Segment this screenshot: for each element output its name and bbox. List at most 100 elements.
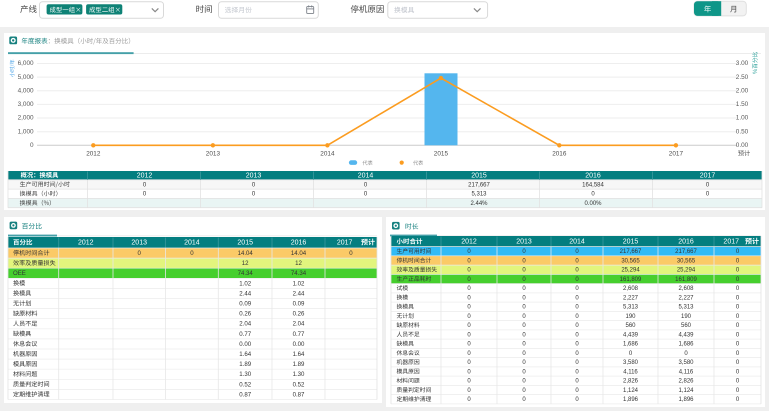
svg-text:2015: 2015 bbox=[237, 240, 253, 247]
svg-text:1,896: 1,896 bbox=[623, 397, 639, 403]
svg-text:2017: 2017 bbox=[669, 151, 684, 158]
svg-text:1,000: 1,000 bbox=[18, 128, 34, 135]
svg-text:2.00: 2.00 bbox=[736, 88, 749, 95]
svg-text:OEE: OEE bbox=[13, 270, 26, 277]
svg-text:0.09: 0.09 bbox=[293, 301, 305, 308]
svg-text:2,227: 2,227 bbox=[678, 295, 694, 301]
svg-text:2013: 2013 bbox=[131, 240, 147, 247]
svg-text:0: 0 bbox=[138, 250, 142, 257]
svg-text:12: 12 bbox=[295, 260, 302, 267]
svg-text:30,565: 30,565 bbox=[677, 258, 696, 264]
svg-text:2016: 2016 bbox=[678, 239, 694, 246]
svg-text:190: 190 bbox=[625, 314, 636, 320]
svg-text:560: 560 bbox=[625, 323, 636, 329]
svg-text:0.26: 0.26 bbox=[293, 311, 305, 318]
svg-text:0.77: 0.77 bbox=[293, 331, 305, 338]
svg-text:0.50: 0.50 bbox=[736, 128, 749, 135]
svg-text:74.34: 74.34 bbox=[291, 270, 307, 277]
svg-text:2016: 2016 bbox=[552, 151, 567, 158]
svg-text:6,000: 6,000 bbox=[18, 60, 34, 67]
svg-text:2,227: 2,227 bbox=[623, 295, 639, 301]
svg-text:0.00: 0.00 bbox=[239, 341, 251, 348]
svg-text:0.77: 0.77 bbox=[239, 331, 251, 338]
svg-text:2.44: 2.44 bbox=[293, 290, 305, 297]
svg-text:0.52: 0.52 bbox=[293, 381, 305, 388]
svg-text:2.04: 2.04 bbox=[239, 321, 251, 328]
svg-text:2012: 2012 bbox=[78, 240, 94, 247]
svg-text:14.04: 14.04 bbox=[238, 250, 254, 257]
svg-text:1.02: 1.02 bbox=[293, 280, 305, 287]
svg-text:1.64: 1.64 bbox=[293, 351, 305, 358]
svg-text:0.52: 0.52 bbox=[239, 381, 251, 388]
svg-text:2,608: 2,608 bbox=[678, 286, 694, 292]
svg-text:161,809: 161,809 bbox=[675, 277, 697, 283]
svg-text:3,580: 3,580 bbox=[623, 360, 639, 366]
svg-text:3.00: 3.00 bbox=[736, 60, 749, 67]
svg-text:217,667: 217,667 bbox=[675, 249, 697, 255]
svg-text:2014: 2014 bbox=[358, 173, 374, 180]
svg-text:1,124: 1,124 bbox=[623, 388, 639, 394]
svg-text:1.30: 1.30 bbox=[293, 371, 305, 378]
svg-text:2012: 2012 bbox=[461, 239, 477, 246]
svg-text:2,826: 2,826 bbox=[623, 379, 639, 385]
svg-text:164,584: 164,584 bbox=[582, 182, 604, 188]
svg-text:2017: 2017 bbox=[337, 240, 353, 247]
svg-text:2017: 2017 bbox=[700, 173, 716, 180]
svg-text:2016: 2016 bbox=[291, 240, 307, 247]
svg-text:2013: 2013 bbox=[246, 173, 262, 180]
svg-text:2013: 2013 bbox=[516, 239, 532, 246]
svg-text:2,826: 2,826 bbox=[678, 379, 694, 385]
svg-text:1,896: 1,896 bbox=[678, 397, 694, 403]
svg-text:1.50: 1.50 bbox=[736, 101, 749, 108]
svg-text:0.00: 0.00 bbox=[736, 142, 749, 149]
svg-text:25,294: 25,294 bbox=[677, 268, 696, 274]
svg-text:30,565: 30,565 bbox=[621, 258, 640, 264]
svg-text:1,686: 1,686 bbox=[678, 342, 694, 348]
svg-text:2.50: 2.50 bbox=[736, 74, 749, 81]
svg-text:1.00: 1.00 bbox=[736, 115, 749, 122]
svg-text:12: 12 bbox=[242, 260, 249, 267]
svg-text:0.87: 0.87 bbox=[293, 391, 305, 398]
svg-text:5,313: 5,313 bbox=[678, 305, 694, 311]
svg-text:1.30: 1.30 bbox=[239, 371, 251, 378]
svg-text:1.89: 1.89 bbox=[293, 361, 305, 368]
svg-text:5,313: 5,313 bbox=[471, 192, 487, 198]
svg-text:2013: 2013 bbox=[206, 151, 221, 158]
svg-text:0: 0 bbox=[190, 250, 194, 257]
svg-text:4,439: 4,439 bbox=[623, 332, 639, 338]
svg-text:2.44%: 2.44% bbox=[470, 201, 488, 207]
svg-text:0.87: 0.87 bbox=[239, 391, 251, 398]
svg-text:2015: 2015 bbox=[471, 173, 487, 180]
svg-text:2014: 2014 bbox=[320, 151, 335, 158]
svg-text:2.04: 2.04 bbox=[293, 321, 305, 328]
svg-text:1,686: 1,686 bbox=[623, 342, 639, 348]
svg-text:2.44: 2.44 bbox=[239, 290, 251, 297]
svg-text:0.09: 0.09 bbox=[239, 301, 251, 308]
svg-text:217,667: 217,667 bbox=[468, 182, 490, 188]
svg-text:2,608: 2,608 bbox=[623, 286, 639, 292]
svg-text:217,667: 217,667 bbox=[620, 249, 642, 255]
svg-text:2,000: 2,000 bbox=[18, 115, 34, 122]
svg-text:560: 560 bbox=[681, 323, 692, 329]
svg-text:14.04: 14.04 bbox=[291, 250, 307, 257]
svg-text:2017: 2017 bbox=[723, 239, 739, 246]
svg-text:0.00: 0.00 bbox=[293, 341, 305, 348]
svg-text:2012: 2012 bbox=[86, 151, 101, 158]
svg-text:4,000: 4,000 bbox=[18, 88, 34, 95]
svg-text:2012: 2012 bbox=[137, 173, 153, 180]
svg-text:190: 190 bbox=[681, 314, 692, 320]
svg-text:4,439: 4,439 bbox=[678, 332, 694, 338]
svg-text:2014: 2014 bbox=[569, 239, 585, 246]
svg-text:5,313: 5,313 bbox=[623, 305, 639, 311]
svg-text:3,000: 3,000 bbox=[18, 101, 34, 108]
svg-text:25,294: 25,294 bbox=[621, 268, 640, 274]
svg-text:4,116: 4,116 bbox=[623, 369, 638, 375]
svg-text:1,124: 1,124 bbox=[678, 388, 694, 394]
svg-text:3,580: 3,580 bbox=[678, 360, 694, 366]
svg-text:2015: 2015 bbox=[623, 239, 639, 246]
svg-text:0.00%: 0.00% bbox=[584, 201, 602, 207]
svg-text:2015: 2015 bbox=[434, 151, 449, 158]
svg-text:1.89: 1.89 bbox=[239, 361, 251, 368]
svg-text:0.26: 0.26 bbox=[239, 311, 251, 318]
svg-text:2014: 2014 bbox=[184, 240, 200, 247]
